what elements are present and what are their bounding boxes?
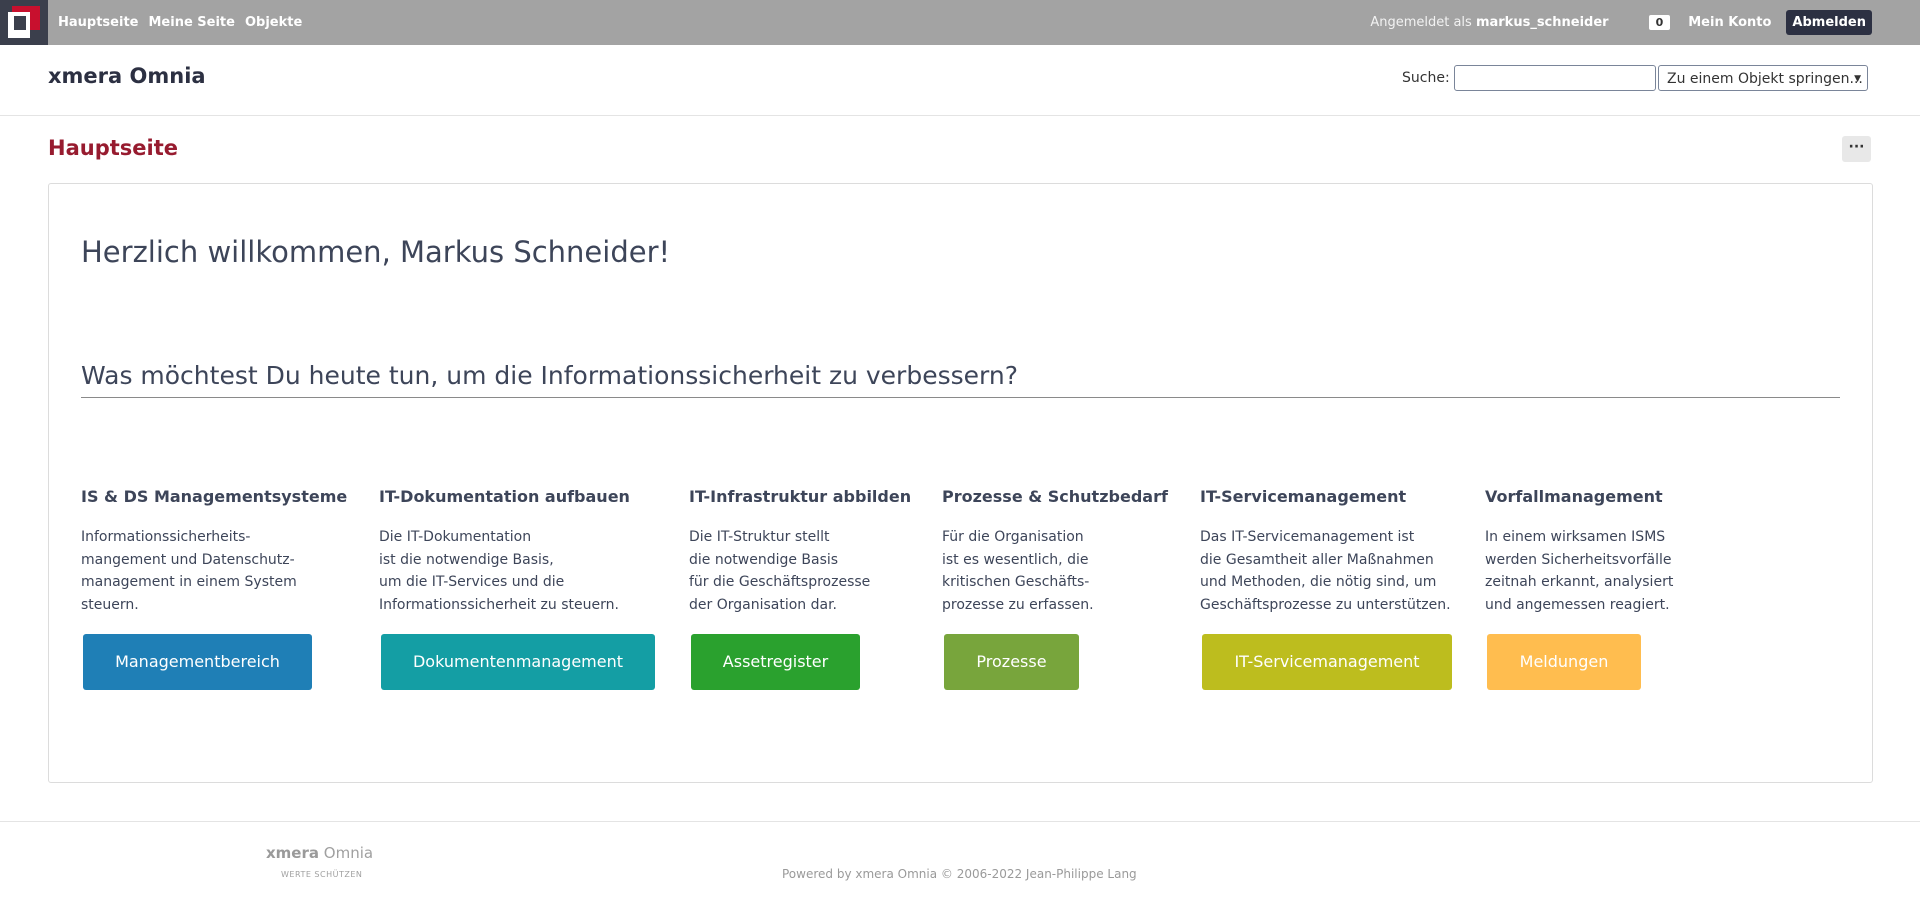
xmera-logo-icon [8, 6, 40, 38]
section-title: Prozesse & Schutzbedarf [942, 487, 1168, 506]
nav-home[interactable]: Hauptseite [58, 15, 138, 30]
section-title: IT-Infrastruktur abbilden [689, 487, 912, 506]
section-text: Die IT-Dokumentation ist die notwendige … [379, 529, 619, 613]
document-management-button[interactable]: Dokumentenmanagement [381, 634, 655, 690]
app-logo[interactable] [0, 0, 48, 45]
section-title: Vorfallmanagement [1485, 487, 1663, 506]
search-label: Suche: [1402, 70, 1450, 86]
management-area-button[interactable]: Managementbereich [83, 634, 312, 690]
nav-projects[interactable]: Objekte [245, 15, 302, 30]
section-incident-management: Vorfallmanagement In einem wirksamen ISM… [1485, 487, 1673, 616]
section-text: Das IT-Servicemanagement ist die Gesamth… [1200, 529, 1451, 613]
nav-my-page[interactable]: Meine Seite [148, 15, 234, 30]
section-text: Für die Organisation ist es wesentlich, … [942, 529, 1094, 613]
section-management-systems: IS & DS Managementsysteme Informationssi… [81, 487, 347, 616]
project-jump-label: Zu einem Objekt springen... [1667, 71, 1863, 87]
footer-brand-bold: xmera [266, 844, 319, 862]
asset-register-button[interactable]: Assetregister [691, 634, 860, 690]
welcome-heading: Herzlich willkommen, Markus Schneider! [81, 235, 671, 270]
footer-divider [0, 821, 1920, 822]
more-actions-button[interactable]: ··· [1842, 136, 1871, 162]
section-processes: Prozesse & Schutzbedarf Für die Organisa… [942, 487, 1168, 616]
my-account-link[interactable]: Mein Konto [1688, 15, 1771, 30]
question-heading: Was möchtest Du heute tun, um die Inform… [81, 360, 1018, 390]
section-title: IT-Dokumentation aufbauen [379, 487, 630, 506]
footer-brand-rest: Omnia [323, 844, 374, 862]
top-nav: Hauptseite Meine Seite Objekte [58, 0, 302, 45]
logout-button[interactable]: Abmelden [1786, 10, 1872, 35]
section-title: IS & DS Managementsysteme [81, 487, 348, 506]
search-input[interactable] [1454, 65, 1656, 91]
processes-button[interactable]: Prozesse [944, 634, 1079, 690]
page-title: Hauptseite [48, 136, 178, 160]
top-menu-bar: Hauptseite Meine Seite Objekte Angemelde… [0, 0, 1920, 45]
section-text: Die IT-Struktur stellt die notwendige Ba… [689, 529, 871, 613]
project-jump-select[interactable]: Zu einem Objekt springen... ▼ [1658, 65, 1868, 91]
section-it-service-management: IT-Servicemanagement Das IT-Servicemanag… [1200, 487, 1451, 616]
footer-brand: xmera Omnia [266, 844, 373, 862]
welcome-panel: Herzlich willkommen, Markus Schneider! W… [48, 183, 1873, 783]
section-it-documentation: IT-Dokumentation aufbauen Die IT-Dokumen… [379, 487, 630, 616]
it-service-management-button[interactable]: IT-Servicemanagement [1202, 634, 1452, 690]
header: xmera Omnia Suche: Zu einem Objekt sprin… [0, 45, 1920, 116]
incident-reports-button[interactable]: Meldungen [1487, 634, 1641, 690]
logged-in-username[interactable]: markus_schneider [1476, 15, 1609, 30]
section-it-infrastructure: IT-Infrastruktur abbilden Die IT-Struktu… [689, 487, 911, 616]
section-text: Informationssicherheits- mangement und D… [81, 529, 297, 613]
footer-powered-by: Powered by xmera Omnia © 2006-2022 Jean-… [782, 867, 1137, 881]
divider [81, 397, 1840, 398]
account-area: Angemeldet als markus_schneider 0 Mein K… [1370, 0, 1920, 45]
chevron-down-icon: ▼ [1854, 74, 1861, 84]
logged-in-prefix: Angemeldet als [1370, 15, 1472, 30]
logged-in-info: Angemeldet als markus_schneider [1370, 15, 1608, 30]
notification-counter[interactable]: 0 [1648, 15, 1671, 30]
footer-tagline: WERTE SCHÜTZEN [281, 870, 363, 879]
section-text: In einem wirksamen ISMS werden Sicherhei… [1485, 529, 1674, 613]
section-title: IT-Servicemanagement [1200, 487, 1407, 506]
site-title[interactable]: xmera Omnia [48, 64, 206, 88]
